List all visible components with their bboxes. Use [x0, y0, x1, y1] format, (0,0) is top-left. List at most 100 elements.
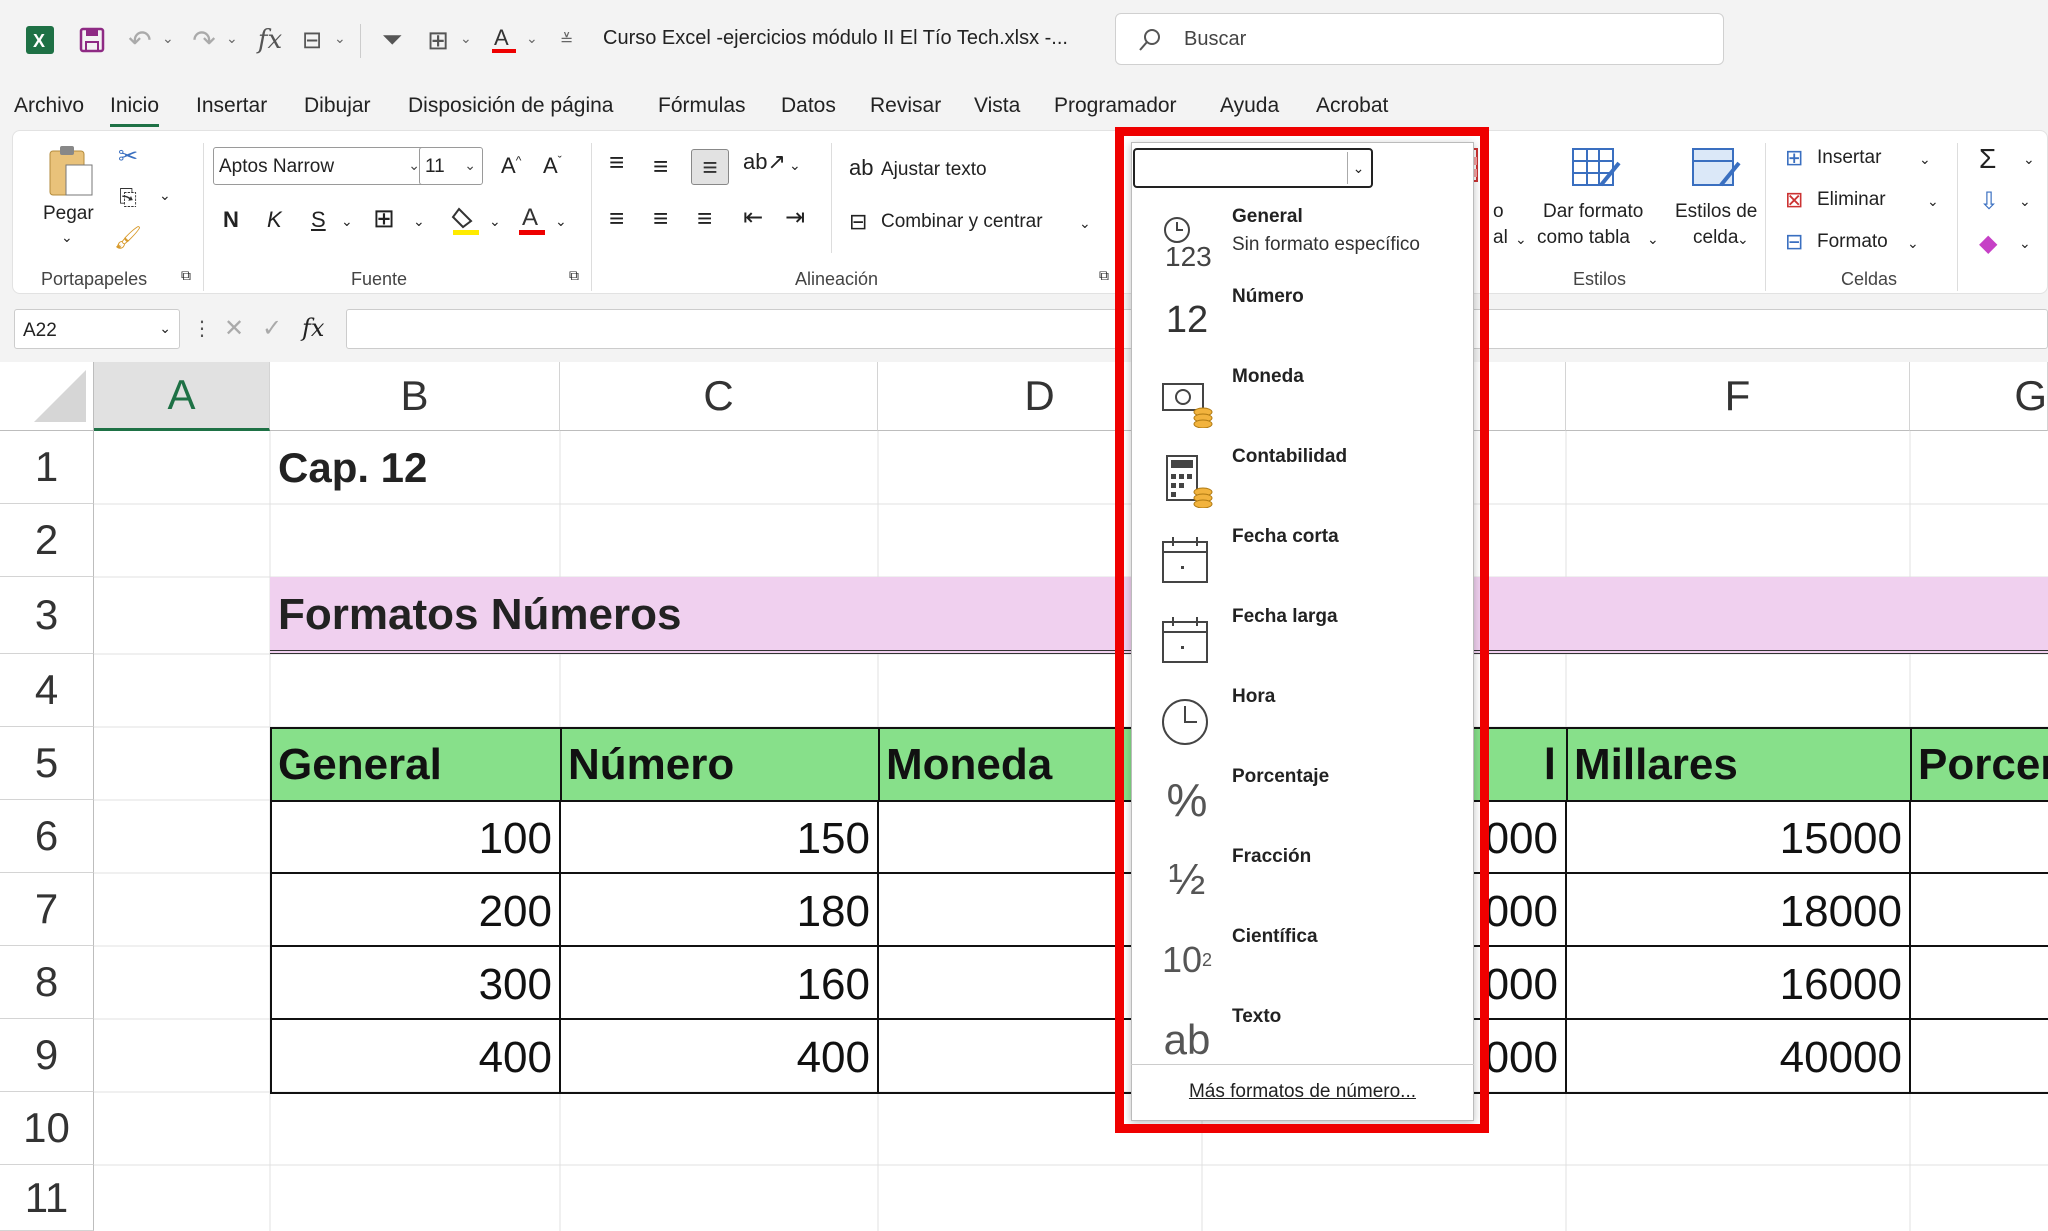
font-color-icon[interactable]: A	[517, 203, 547, 237]
cell-f6[interactable]: 15000	[1566, 814, 1902, 864]
format-item-fecha-corta[interactable]: Fecha corta	[1131, 514, 1474, 594]
name-box[interactable]: A22 ⌄	[14, 309, 180, 349]
copy-menu-icon[interactable]: ⌄	[159, 187, 171, 204]
row-header-8[interactable]: 8	[0, 946, 94, 1019]
grow-font-icon[interactable]: A^	[501, 153, 521, 179]
cell-styles-label[interactable]: Estilos de	[1675, 201, 1757, 223]
worksheet-grid[interactable]: A B C D F G 1 2 3 4 5 6 7 8 9 10 11 Cap.…	[0, 362, 2048, 1231]
orientation-menu-icon[interactable]: ⌄	[789, 157, 801, 174]
clear-icon[interactable]: ◆	[1979, 229, 1997, 258]
column-header-f[interactable]: F	[1566, 362, 1910, 431]
underline-menu-icon[interactable]: ⌄	[341, 213, 353, 230]
tab-vista[interactable]: Vista	[974, 94, 1020, 118]
cell-b9[interactable]: 400	[270, 1033, 552, 1083]
insert-cells-icon[interactable]: ⊞	[1785, 145, 1803, 171]
cell-b6[interactable]: 100	[270, 814, 552, 864]
cell-b7[interactable]: 200	[270, 887, 552, 937]
font-color-menu-icon[interactable]: ⌄	[555, 213, 567, 230]
cut-icon[interactable]: ✂	[113, 141, 143, 171]
header-millares[interactable]: Millares	[1566, 727, 1912, 802]
tab-insertar[interactable]: Insertar	[196, 94, 267, 118]
format-as-table-menu-icon[interactable]: ⌄	[1647, 231, 1659, 248]
delete-menu-icon[interactable]: ⌄	[1927, 193, 1939, 210]
format-item-hora[interactable]: Hora	[1131, 674, 1474, 754]
borders-menu-icon[interactable]: ⌄	[413, 213, 425, 230]
conditional-format-label[interactable]: o	[1493, 201, 1504, 223]
row-header-7[interactable]: 7	[0, 873, 94, 946]
format-item-moneda[interactable]: Moneda	[1131, 354, 1474, 434]
autosum-menu-icon[interactable]: ⌄	[2023, 151, 2035, 168]
delete-cells-button[interactable]: Eliminar	[1817, 189, 1886, 211]
increase-indent-icon[interactable]: ⇥	[785, 203, 805, 232]
fill-icon[interactable]: ⇩	[1979, 187, 1999, 216]
font-color-icon[interactable]: A	[486, 22, 522, 58]
copy-icon[interactable]: ⎘	[113, 183, 143, 213]
row-header-2[interactable]: 2	[0, 504, 94, 577]
clipboard-launcher-icon[interactable]: ⧉	[181, 267, 191, 284]
tab-revisar[interactable]: Revisar	[870, 94, 941, 118]
format-as-table-label[interactable]: Dar formato	[1543, 201, 1643, 223]
cell-b3[interactable]: Formatos Números	[278, 590, 681, 640]
form-icon[interactable]: ⊟	[294, 22, 330, 58]
row-header-6[interactable]: 6	[0, 800, 94, 873]
merge-center-button[interactable]: Combinar y centrar	[881, 211, 1043, 233]
tab-programador[interactable]: Programador	[1054, 94, 1177, 118]
insert-cells-button[interactable]: Insertar	[1817, 147, 1881, 169]
borders-menu-icon[interactable]: ⌄	[460, 30, 472, 47]
tab-datos[interactable]: Datos	[781, 94, 836, 118]
format-item-fraccion[interactable]: ½ Fracción	[1131, 834, 1474, 914]
cell-c9[interactable]: 400	[560, 1033, 870, 1083]
filter-icon[interactable]: ⏷	[374, 22, 410, 58]
borders-icon[interactable]: ⊞	[373, 203, 395, 234]
tab-dibujar[interactable]: Dibujar	[304, 94, 371, 118]
insert-function-icon[interactable]: fx	[252, 22, 288, 58]
cell-styles-icon[interactable]	[1689, 145, 1743, 195]
align-middle-icon[interactable]: ≡	[653, 151, 668, 182]
clear-menu-icon[interactable]: ⌄	[2019, 235, 2031, 252]
format-item-fecha-larga[interactable]: Fecha larga	[1131, 594, 1474, 674]
undo-icon[interactable]: ↶	[122, 22, 158, 58]
tab-archivo[interactable]: Archivo	[14, 94, 84, 118]
format-cells-icon[interactable]: ⊟	[1785, 229, 1803, 255]
delete-cells-icon[interactable]: ⊠	[1785, 187, 1803, 213]
italic-button[interactable]: K	[267, 207, 282, 233]
cell-f9[interactable]: 40000	[1566, 1033, 1902, 1083]
autosum-icon[interactable]: Σ	[1979, 143, 1996, 175]
header-general[interactable]: General	[270, 727, 562, 802]
conditional-format-menu-icon[interactable]: ⌄	[1515, 231, 1527, 248]
paste-menu-icon[interactable]: ⌄	[61, 229, 73, 246]
conditional-format-label-2[interactable]: al	[1493, 227, 1508, 249]
underline-button[interactable]: S	[311, 207, 326, 233]
borders-icon[interactable]: ⊞	[420, 22, 456, 58]
cell-styles-label-2[interactable]: celda	[1693, 227, 1738, 249]
chevron-down-icon[interactable]: ⌄	[1347, 152, 1369, 184]
search-input[interactable]: Buscar	[1115, 13, 1724, 65]
format-cells-button[interactable]: Formato	[1817, 231, 1888, 253]
paste-label[interactable]: Pegar	[43, 203, 94, 225]
fill-menu-icon[interactable]: ⌄	[2019, 193, 2031, 210]
wrap-text-icon[interactable]: ab	[849, 155, 873, 181]
row-header-4[interactable]: 4	[0, 654, 94, 727]
more-options-icon[interactable]: ⋮	[192, 316, 212, 341]
row-header-11[interactable]: 11	[0, 1165, 94, 1231]
fill-color-icon[interactable]	[451, 203, 481, 237]
column-header-g[interactable]: G	[1910, 362, 2048, 431]
format-item-contabilidad[interactable]: Contabilidad	[1131, 434, 1474, 514]
format-menu-icon[interactable]: ⌄	[1907, 235, 1919, 252]
enter-icon[interactable]: ✓	[262, 314, 282, 343]
select-all-button[interactable]	[0, 362, 94, 431]
font-family-select[interactable]: Aptos Narrow ⌄	[213, 147, 427, 185]
column-header-b[interactable]: B	[270, 362, 560, 431]
format-item-porcentaje[interactable]: % Porcentaje	[1131, 754, 1474, 834]
align-right-icon[interactable]: ≡	[697, 203, 712, 234]
format-as-table-label-2[interactable]: como tabla	[1537, 227, 1630, 249]
header-porcentaje[interactable]: Porcer	[1910, 727, 2048, 802]
shrink-font-icon[interactable]: Aˇ	[543, 153, 562, 179]
save-icon[interactable]	[74, 22, 110, 58]
row-header-5[interactable]: 5	[0, 727, 94, 800]
alignment-launcher-icon[interactable]: ⧉	[1099, 267, 1109, 284]
tab-inicio[interactable]: Inicio	[110, 94, 160, 127]
cancel-icon[interactable]: ✕	[224, 314, 244, 343]
cell-c7[interactable]: 180	[560, 887, 870, 937]
tab-ayuda[interactable]: Ayuda	[1220, 94, 1279, 118]
